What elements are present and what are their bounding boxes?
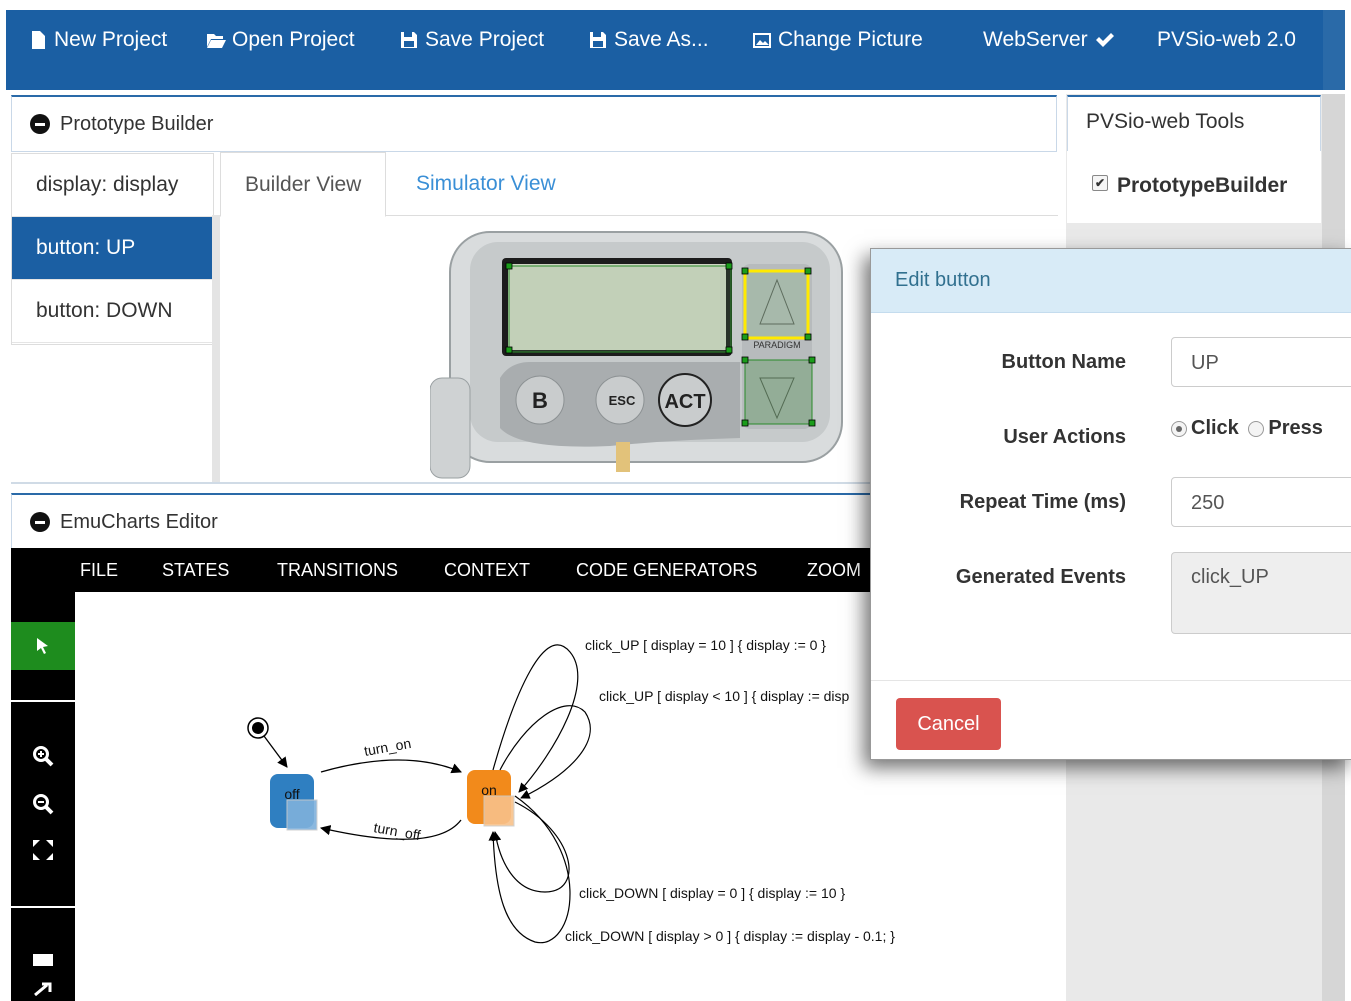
widget-list: display: display button: UP button: DOWN	[11, 153, 214, 345]
click-radio-label: Click	[1191, 417, 1239, 439]
emucharts-title: EmuCharts Editor	[60, 510, 218, 533]
click-radio[interactable]	[1171, 420, 1187, 437]
transition-click-up-2-label: click_UP [ display < 10 ] { display := d…	[599, 688, 850, 704]
state-off-label: off	[284, 786, 299, 802]
cancel-button[interactable]: Cancel	[896, 698, 1001, 750]
transition-arrow-icon	[34, 982, 52, 996]
zoom-out-button[interactable]	[11, 784, 75, 824]
device-picture: B ESC ACT PARADIGM	[430, 231, 843, 479]
generated-events-label: Generated Events	[955, 566, 1126, 588]
widget-item-button-up[interactable]: button: UP	[12, 217, 213, 280]
device-brand-label: PARADIGM	[753, 340, 800, 350]
change-picture-label: Change Picture	[778, 28, 923, 51]
save-icon	[590, 32, 606, 48]
expand-icon	[33, 840, 53, 860]
device-button-b-label: B	[532, 388, 548, 413]
transition-turn-on[interactable]	[320, 759, 462, 774]
menu-transitions[interactable]: TRANSITIONS	[277, 560, 398, 581]
change-picture-button[interactable]: Change Picture	[752, 28, 923, 52]
save-as-button[interactable]: Save As...	[588, 28, 709, 52]
state-off[interactable]: off	[270, 774, 318, 831]
state-on-label: on	[481, 782, 497, 798]
new-project-button[interactable]: New Project	[28, 28, 167, 52]
open-project-label: Open Project	[232, 28, 355, 51]
picture-icon	[753, 33, 771, 48]
dialog-title: Edit button	[895, 269, 991, 291]
zoom-in-icon	[33, 746, 54, 767]
prototype-builder-title: Prototype Builder	[60, 112, 214, 135]
fit-to-screen-button[interactable]	[11, 830, 75, 870]
transition-click-down-2-label: click_DOWN [ display > 0 ] { display := …	[565, 928, 895, 944]
tab-simulator-view[interactable]: Simulator View	[392, 152, 580, 215]
transition-click-up-1-label: click_UP [ display = 10 ] { display := 0…	[585, 637, 826, 653]
transition-click-down-1-label: click_DOWN [ display = 0 ] { display := …	[579, 885, 845, 901]
zoom-in-button[interactable]	[11, 736, 75, 776]
press-radio[interactable]	[1248, 420, 1265, 437]
check-icon	[1095, 33, 1114, 47]
version-label: PVSio-web 2.0	[1157, 28, 1296, 52]
collapse-icon[interactable]	[30, 114, 50, 134]
generated-events-field: click_UP	[1171, 552, 1351, 634]
zoom-out-icon	[33, 794, 54, 815]
sidebar-title: PVSio-web Tools	[1086, 110, 1245, 133]
toolbar-separator	[11, 906, 75, 908]
user-actions-group: Click Press	[1171, 417, 1323, 440]
dialog-header: Edit button	[871, 249, 1351, 313]
tab-builder-view[interactable]: Builder View	[220, 152, 387, 217]
device-button-act-label: ACT	[664, 391, 705, 413]
menu-context[interactable]: CONTEXT	[444, 560, 530, 581]
add-transition-button[interactable]	[11, 982, 75, 1001]
state-on[interactable]: on	[467, 770, 515, 827]
down-button-overlay[interactable]	[744, 359, 813, 425]
pointer-icon	[37, 638, 48, 654]
sidebar-header: PVSio-web Tools	[1067, 95, 1321, 152]
collapse-icon[interactable]	[30, 512, 50, 532]
emucharts-toolbar	[11, 592, 75, 1001]
select-tool-button[interactable]	[11, 622, 75, 670]
version-text: PVSio-web 2.0	[1157, 28, 1296, 51]
widget-item-button-down[interactable]: button: DOWN	[12, 280, 213, 343]
checkbox-checked-icon[interactable]: ✔	[1092, 175, 1108, 191]
builder-divider	[212, 215, 220, 483]
toolbar-separator	[11, 700, 75, 702]
emucharts-menu: FILE STATES TRANSITIONS CONTEXT CODE GEN…	[11, 548, 871, 592]
dialog-footer-divider	[871, 680, 1351, 681]
transition-turn-on-label: turn_on	[363, 735, 413, 759]
repeat-time-label: Repeat Time (ms)	[959, 491, 1126, 513]
save-icon	[401, 32, 417, 48]
display-widget-overlay[interactable]	[508, 265, 732, 353]
user-actions-label: User Actions	[1003, 426, 1126, 448]
edit-button-dialog: Edit button Button Name UP User Actions …	[870, 248, 1351, 760]
webserver-status[interactable]: WebServer	[983, 28, 1114, 52]
press-radio-label: Press	[1268, 417, 1323, 439]
open-project-button[interactable]: Open Project	[206, 28, 355, 52]
view-tabs: Builder View Simulator View	[220, 152, 1058, 217]
file-icon	[32, 31, 45, 49]
folder-open-icon	[207, 34, 226, 48]
plugin-label: PrototypeBuilder	[1117, 174, 1288, 197]
new-project-label: New Project	[54, 28, 168, 51]
save-project-button[interactable]: Save Project	[399, 28, 544, 52]
repeat-time-input[interactable]: 250	[1171, 477, 1351, 527]
save-project-label: Save Project	[425, 28, 545, 51]
button-name-input[interactable]: UP	[1171, 337, 1351, 387]
menu-file[interactable]: FILE	[80, 560, 118, 581]
up-button-overlay[interactable]	[743, 269, 810, 340]
initial-transition[interactable]	[263, 735, 288, 768]
transition-click-up-2[interactable]	[499, 705, 591, 799]
device-button-esc-label: ESC	[609, 393, 636, 408]
state-box-icon	[33, 954, 53, 966]
widget-item-display[interactable]: display: display	[12, 154, 213, 217]
menu-code-generators[interactable]: CODE GENERATORS	[576, 560, 757, 581]
add-state-button[interactable]	[11, 940, 75, 980]
menu-states[interactable]: STATES	[162, 560, 229, 581]
plugin-checkbox-row[interactable]: ✔ PrototypeBuilder	[1067, 151, 1321, 223]
toolbar-edge	[1323, 10, 1345, 90]
button-name-label: Button Name	[1001, 351, 1126, 373]
save-as-label: Save As...	[614, 28, 709, 51]
menu-zoom[interactable]: ZOOM	[807, 560, 861, 581]
prototype-builder-header[interactable]: Prototype Builder	[11, 95, 1057, 152]
webserver-label: WebServer	[983, 28, 1088, 51]
